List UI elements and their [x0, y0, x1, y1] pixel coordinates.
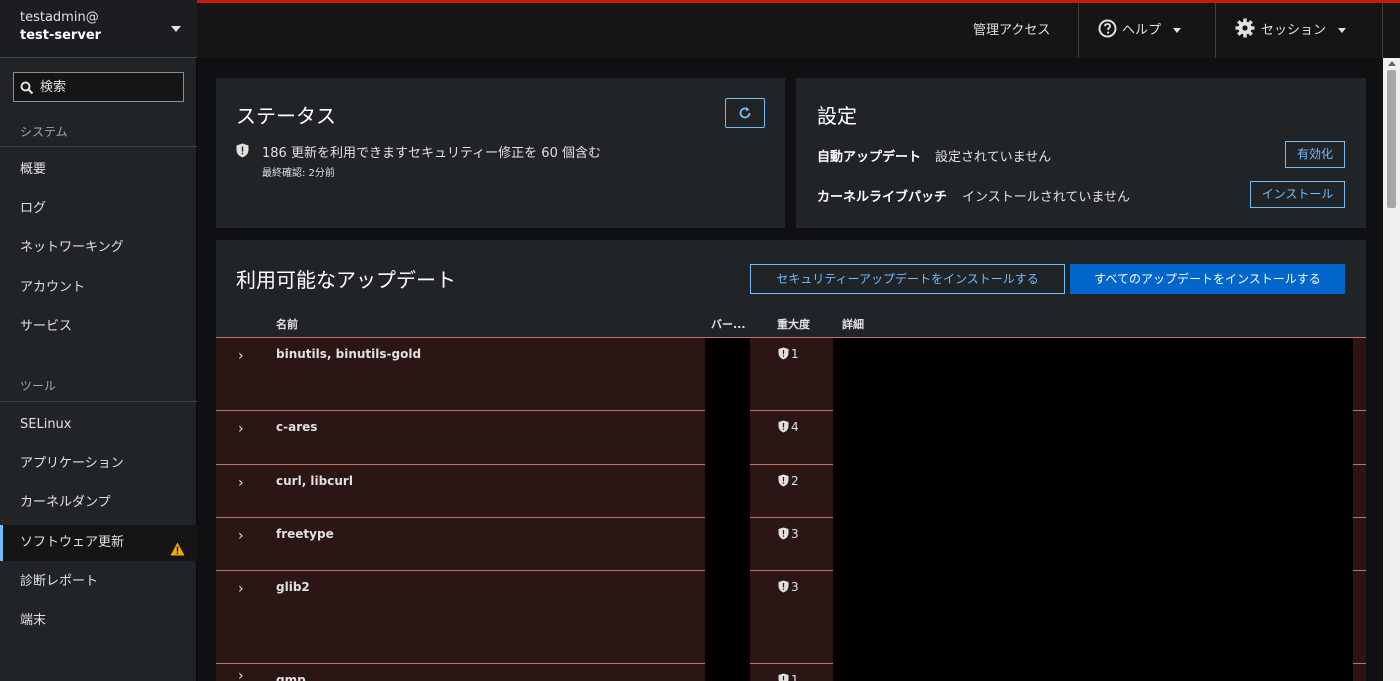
- package-name: curl, libcurl: [276, 474, 353, 488]
- severity-cell: 1: [778, 673, 799, 681]
- auto-update-label: 自動アップデート: [817, 150, 922, 165]
- kpatch-value: インストールされていません: [962, 190, 1130, 205]
- column-header-name[interactable]: 名前: [276, 316, 298, 332]
- chevron-right-icon[interactable]: ›: [238, 348, 244, 364]
- security-shield-icon: [778, 580, 789, 593]
- scroll-up-icon[interactable]: [1388, 61, 1396, 66]
- nav-item-accounts[interactable]: アカウント: [0, 270, 197, 306]
- column-header-version[interactable]: バー...: [711, 316, 746, 332]
- install-kpatch-button[interactable]: インストール: [1250, 181, 1345, 208]
- host-switcher[interactable]: testadmin@ test-server: [0, 0, 197, 58]
- chevron-right-icon[interactable]: ›: [238, 475, 244, 491]
- divider: [1078, 3, 1079, 58]
- divider: [0, 146, 197, 147]
- nav-item-services[interactable]: サービス: [0, 309, 197, 345]
- section-label-system: システム: [20, 125, 68, 139]
- help-label: ヘルプ: [1122, 23, 1162, 38]
- install-security-updates-button[interactable]: セキュリティーアップデートをインストールする: [750, 264, 1065, 294]
- severity-count: 1: [791, 347, 799, 361]
- refresh-icon: [739, 107, 751, 119]
- nav-item-diagnostics[interactable]: 診断レポート: [0, 564, 197, 600]
- security-shield-icon: [778, 474, 789, 487]
- search-box: [13, 72, 184, 102]
- status-updates-text: 186 更新を利用できますセキュリティー修正を 60 個含む: [262, 146, 601, 161]
- search-input[interactable]: [40, 78, 180, 96]
- scrollbar[interactable]: [1383, 58, 1400, 681]
- help-menu[interactable]: ヘルプ: [1098, 3, 1182, 58]
- severity-count: 3: [791, 527, 799, 541]
- install-all-updates-button[interactable]: すべてのアップデートをインストールする: [1070, 264, 1345, 294]
- nav-item-overview[interactable]: 概要: [0, 152, 197, 188]
- status-card: ステータス 186 更新を利用できますセキュリティー修正を 60 個含む 最終確…: [216, 78, 785, 228]
- kpatch-label: カーネルライブパッチ: [817, 190, 948, 205]
- severity-count: 4: [791, 420, 799, 434]
- host-user: testadmin@: [20, 10, 99, 25]
- enable-auto-update-button[interactable]: 有効化: [1285, 141, 1345, 168]
- divider: [1215, 3, 1216, 58]
- session-label: セッション: [1261, 23, 1327, 38]
- package-name: c-ares: [276, 420, 318, 434]
- updates-title: 利用可能なアップデート: [236, 268, 456, 292]
- severity-count: 3: [791, 580, 799, 594]
- details-column-redacted: [833, 338, 1353, 681]
- section-label-tools: ツール: [20, 379, 57, 393]
- nav-item-kdump[interactable]: カーネルダンプ: [0, 485, 197, 521]
- package-name: gmp: [276, 673, 306, 681]
- nav-item-logs[interactable]: ログ: [0, 191, 197, 227]
- nav-item-label: ソフトウェア更新: [20, 535, 125, 550]
- severity-cell: 1: [778, 347, 799, 361]
- severity-cell: 3: [778, 527, 799, 541]
- refresh-button[interactable]: [725, 98, 765, 128]
- security-shield-icon: [778, 347, 789, 360]
- nav-item-terminal[interactable]: 端末: [0, 603, 197, 639]
- status-title: ステータス: [236, 104, 336, 128]
- session-menu[interactable]: セッション: [1235, 3, 1347, 58]
- admin-access-button[interactable]: 管理アクセス: [973, 3, 1050, 58]
- package-name: freetype: [276, 527, 334, 541]
- chevron-right-icon[interactable]: ›: [238, 581, 244, 597]
- chevron-down-icon: [171, 26, 181, 32]
- auto-update-value: 設定されていません: [935, 150, 1052, 165]
- settings-card: 設定 自動アップデート 設定されていません 有効化 カーネルライブパッチ インス…: [796, 78, 1366, 228]
- nav-item-networking[interactable]: ネットワーキング: [0, 230, 197, 266]
- nav-item-applications[interactable]: アプリケーション: [0, 446, 197, 482]
- version-column-redacted: [705, 338, 750, 681]
- scrollbar-thumb[interactable]: [1387, 70, 1396, 208]
- chevron-down-icon: [1173, 28, 1182, 33]
- severity-cell: 3: [778, 580, 799, 594]
- sidebar: testadmin@ test-server システム 概要 ログ ネットワーキ…: [0, 0, 197, 681]
- security-shield-icon: [778, 673, 789, 681]
- nav-item-selinux[interactable]: SELinux: [0, 407, 197, 443]
- package-name: glib2: [276, 580, 310, 594]
- gear-icon: [1235, 18, 1255, 38]
- divider: [0, 401, 197, 402]
- chevron-right-icon[interactable]: ›: [238, 668, 244, 681]
- package-name: binutils, binutils-gold: [276, 347, 422, 361]
- nav-item-software-updates[interactable]: ソフトウェア更新: [0, 525, 197, 561]
- column-header-severity[interactable]: 重大度: [777, 316, 810, 332]
- top-bar: 管理アクセス ヘルプ セッション: [197, 0, 1400, 58]
- last-checked-text: 最終確認: 2分前: [262, 168, 335, 179]
- security-shield-icon: [778, 420, 789, 433]
- security-shield-icon: [236, 143, 249, 162]
- severity-count: 2: [791, 474, 799, 488]
- search-icon: [20, 80, 34, 99]
- divider: [1382, 3, 1383, 58]
- security-shield-icon: [778, 527, 789, 540]
- chevron-right-icon[interactable]: ›: [238, 421, 244, 437]
- severity-cell: 4: [778, 420, 799, 434]
- help-icon: [1098, 19, 1117, 38]
- column-header-details[interactable]: 詳細: [842, 316, 864, 332]
- settings-title: 設定: [817, 104, 857, 128]
- severity-count: 1: [791, 673, 799, 681]
- chevron-down-icon: [1338, 28, 1347, 33]
- severity-cell: 2: [778, 474, 799, 488]
- chevron-right-icon[interactable]: ›: [238, 528, 244, 544]
